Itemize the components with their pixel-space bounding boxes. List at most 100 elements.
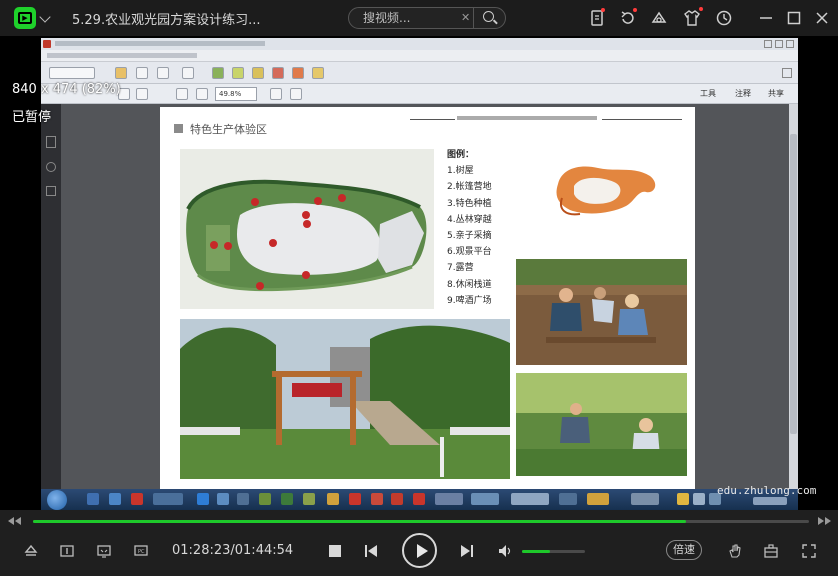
taskbar-app-icon <box>587 493 609 505</box>
resolution-overlay: 840 x 474 (82%) <box>12 82 121 97</box>
taskbar-tray <box>677 493 689 505</box>
taskbar-tray <box>693 493 705 505</box>
recorded-toolbar <box>41 62 798 84</box>
maximize-icon[interactable] <box>785 9 803 27</box>
green-field-photo <box>516 373 687 476</box>
legend-item: 5.亲子采摘 <box>447 231 492 242</box>
search-input[interactable] <box>349 8 473 28</box>
taskbar-app-icon <box>87 493 99 505</box>
title-bar: ▶ 5.29.农业观光园方案设计练习... ✕ <box>0 0 838 36</box>
section-title: 特色生产体验区 <box>190 123 267 136</box>
skin-icon[interactable] <box>683 9 701 27</box>
legend-item: 7.露营 <box>447 263 474 274</box>
fullscreen-icon[interactable] <box>801 543 817 559</box>
taskbar-app-icon <box>413 493 425 505</box>
recorded-toolbar-2 <box>41 84 798 104</box>
taskbar-app-icon <box>391 493 403 505</box>
taskbar-app-icon <box>109 493 121 505</box>
title-blur <box>55 41 265 46</box>
clear-icon[interactable]: ✕ <box>461 11 470 24</box>
rewind-icon[interactable] <box>8 517 22 525</box>
legend-item: 2.帐篷营地 <box>447 182 492 193</box>
player-window: ▶ 5.29.农业观光园方案设计练习... ✕ <box>0 0 838 576</box>
hand-tool-icon <box>136 88 148 100</box>
taskbar-app-icon <box>327 493 339 505</box>
paused-overlay: 已暂停 <box>12 110 52 125</box>
comment-label: 注释 <box>735 89 751 98</box>
taskbar-app-icon <box>349 493 361 505</box>
previous-icon[interactable] <box>363 543 379 559</box>
video-frame[interactable]: 49.8% 工具 注释 共享 特色生产体验区 图例： 1.树屋 2.帐篷营地 3… <box>0 36 838 510</box>
header-rule <box>602 119 682 120</box>
taskbar-clock <box>753 497 787 505</box>
next-icon[interactable] <box>459 543 475 559</box>
share-label: 共享 <box>768 89 784 98</box>
taskbar-app-icon <box>371 493 383 505</box>
cloud-icon[interactable] <box>650 9 668 27</box>
speed-button[interactable]: 倍速 <box>666 540 702 560</box>
taskbar-app-icon <box>471 493 499 505</box>
subtitle-icon[interactable] <box>96 543 112 559</box>
kids-planting-photo <box>516 259 687 365</box>
zoom-out-icon <box>176 88 188 100</box>
legend-item: 6.观景平台 <box>447 247 492 258</box>
time-display: 01:28:23/01:44:54 <box>172 543 294 558</box>
play-button[interactable] <box>402 533 437 568</box>
control-bar: PC 01:28:23/01:44:54 倍速 <box>0 510 838 576</box>
taskbar-app-icon <box>559 493 577 505</box>
window-controls <box>764 40 794 48</box>
notification-dot <box>601 8 605 12</box>
chevron-down-icon[interactable] <box>39 11 51 23</box>
fit-page-icon <box>270 88 282 100</box>
notification-dot <box>699 7 703 11</box>
taskbar-app-icon <box>217 493 229 505</box>
recorded-window-titlebar <box>41 38 798 50</box>
recorded-menubar <box>41 50 798 62</box>
screenshot-icon[interactable]: PC <box>133 543 149 559</box>
section-marker <box>174 124 183 133</box>
zoom-in-icon <box>196 88 208 100</box>
stop-icon[interactable] <box>327 543 343 559</box>
taskbar-app-icon <box>303 493 315 505</box>
legend-item: 1.树屋 <box>447 166 474 177</box>
taskbar-app-icon <box>131 493 143 505</box>
park-entrance-photo <box>180 319 510 479</box>
taskbar-app-icon <box>511 493 549 505</box>
zoom-level: 49.8% <box>215 87 257 101</box>
taskbar-app-icon <box>197 493 209 505</box>
volume-icon[interactable] <box>497 543 513 559</box>
acrobat-icon <box>43 40 51 48</box>
history-icon[interactable] <box>715 9 733 27</box>
taskbar-app-icon <box>435 493 463 505</box>
search-icon <box>483 11 494 22</box>
player-logo-icon[interactable]: ▶ <box>14 7 36 29</box>
seek-bar[interactable] <box>33 520 809 523</box>
playlist-icon[interactable] <box>59 543 75 559</box>
fit-width-icon <box>290 88 302 100</box>
legend-item: 4.丛林穿越 <box>447 214 492 225</box>
volume-level <box>522 550 551 553</box>
start-orb-icon <box>47 490 67 510</box>
recorded-taskbar <box>41 489 798 510</box>
header-rule <box>410 119 455 120</box>
taskbar-app-icon <box>153 493 183 505</box>
site-plan-image <box>180 149 434 309</box>
video-title: 5.29.农业观光园方案设计练习... <box>72 13 261 28</box>
hand-icon[interactable] <box>727 543 743 559</box>
eject-icon[interactable] <box>23 543 39 559</box>
taskbar-app-icon <box>281 493 293 505</box>
seek-progress <box>33 520 687 523</box>
fast-forward-icon[interactable] <box>817 517 831 525</box>
legend-title: 图例： <box>447 150 475 160</box>
toolbox-icon[interactable] <box>763 543 779 559</box>
notification-dot <box>633 8 637 12</box>
play-icon <box>417 544 428 558</box>
svg-text:PC: PC <box>138 549 145 555</box>
minimize-icon[interactable] <box>757 9 775 27</box>
key-map-image <box>556 166 656 216</box>
taskbar-app-icon <box>237 493 249 505</box>
search-button[interactable] <box>473 8 505 28</box>
volume-slider[interactable] <box>522 550 585 553</box>
close-icon[interactable] <box>813 9 831 27</box>
tools-label: 工具 <box>700 89 716 98</box>
